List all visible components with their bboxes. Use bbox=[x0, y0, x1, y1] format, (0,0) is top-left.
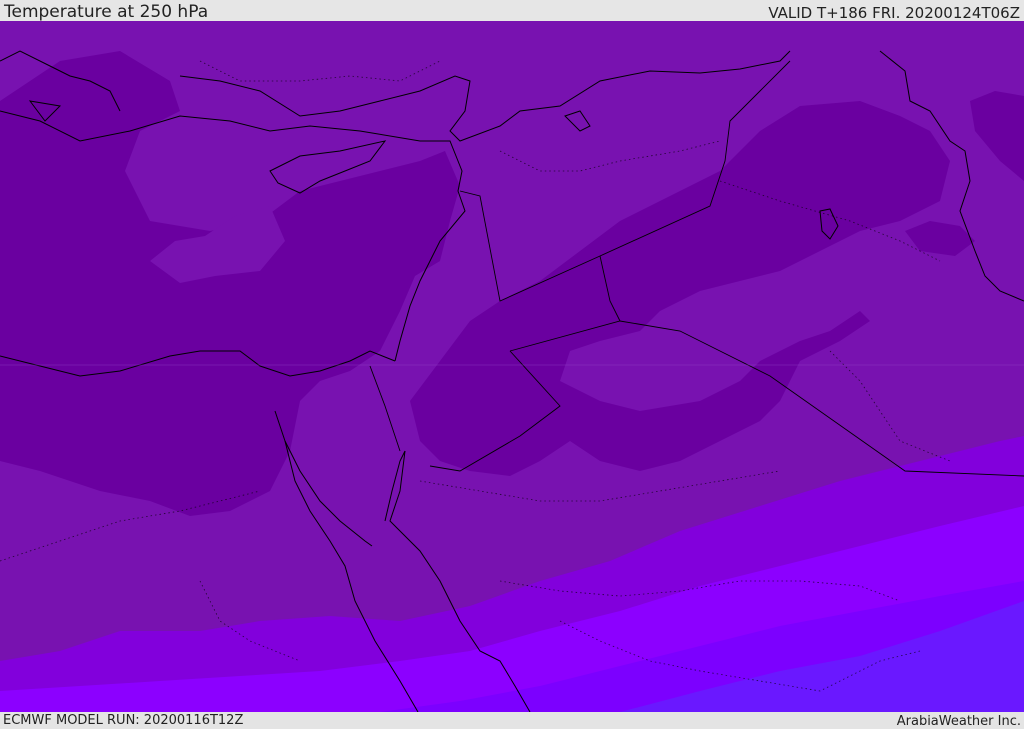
valid-time: VALID T+186 FRI. 20200124T06Z bbox=[768, 4, 1020, 22]
credit-label: ArabiaWeather Inc. bbox=[896, 714, 1021, 729]
header-bar: Temperature at 250 hPa VALID T+186 FRI. … bbox=[0, 0, 1024, 21]
map-title: Temperature at 250 hPa bbox=[4, 2, 209, 22]
weather-map[interactable] bbox=[0, 21, 1024, 712]
temperature-field bbox=[0, 21, 1024, 712]
model-run-label: ECMWF MODEL RUN: 20200116T12Z bbox=[3, 713, 244, 728]
footer-bar: ECMWF MODEL RUN: 20200116T12Z ArabiaWeat… bbox=[0, 712, 1024, 729]
